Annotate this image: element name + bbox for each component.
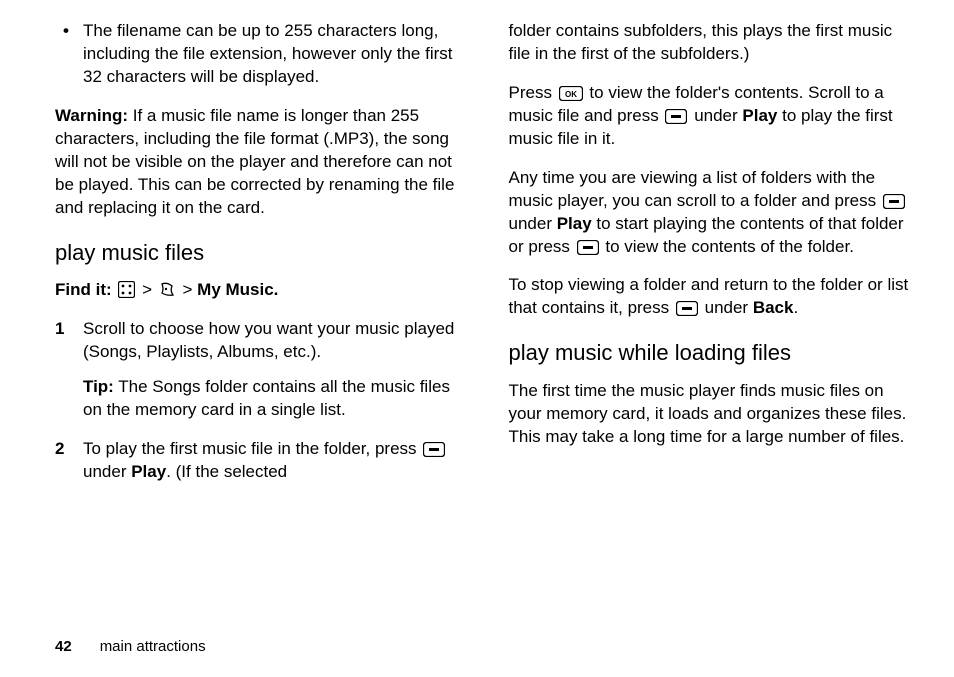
softkey-icon <box>577 240 599 255</box>
play-label: Play <box>742 106 777 125</box>
multimedia-icon <box>159 281 176 298</box>
step-1: 1 Scroll to choose how you want your mus… <box>55 318 461 364</box>
play-label: Play <box>131 462 166 481</box>
continuation-paragraph: folder contains subfolders, this plays t… <box>509 20 915 66</box>
svg-text:OK: OK <box>565 90 577 99</box>
text: . <box>793 298 798 317</box>
bullet-marker: • <box>55 20 83 89</box>
paragraph: To stop viewing a folder and return to t… <box>509 274 915 320</box>
section-name: main attractions <box>100 638 206 655</box>
text: Any time you are viewing a list of folde… <box>509 168 881 210</box>
paragraph: Press OK to view the folder's contents. … <box>509 82 915 151</box>
bullet-text: The filename can be up to 255 characters… <box>83 20 461 89</box>
findit-sep1: > <box>142 280 157 299</box>
ok-key-icon: OK <box>559 86 583 101</box>
step-text: Scroll to choose how you want your music… <box>83 318 461 364</box>
text: under <box>705 298 753 317</box>
step-number: 1 <box>55 318 83 364</box>
paragraph: Any time you are viewing a list of folde… <box>509 167 915 259</box>
text: to view the contents of the folder. <box>605 237 854 256</box>
menu-grid-icon <box>118 281 135 298</box>
bullet-item: • The filename can be up to 255 characte… <box>55 20 461 89</box>
tip-paragraph: Tip: The Songs folder contains all the m… <box>83 376 461 422</box>
warning-label: Warning: <box>55 106 128 125</box>
find-it-label: Find it: <box>55 280 116 299</box>
page-footer: 42 main attractions <box>55 638 206 655</box>
play-label: Play <box>557 214 592 233</box>
softkey-icon <box>665 109 687 124</box>
step-number: 2 <box>55 438 83 484</box>
left-column: • The filename can be up to 255 characte… <box>55 20 461 615</box>
right-column: folder contains subfolders, this plays t… <box>509 20 915 615</box>
text: . (If the selected <box>166 462 287 481</box>
findit-sep2: > <box>183 280 198 299</box>
find-it-line: Find it: > > My Music. <box>55 279 461 302</box>
tip-text: The Songs folder contains all the music … <box>83 377 450 419</box>
heading-play-while-loading: play music while loading files <box>509 338 915 368</box>
softkey-icon <box>883 194 905 209</box>
step-2: 2 To play the first music file in the fo… <box>55 438 461 484</box>
paragraph: The first time the music player finds mu… <box>509 380 915 449</box>
softkey-icon <box>423 442 445 457</box>
findit-target: My Music. <box>197 280 278 299</box>
back-label: Back <box>753 298 794 317</box>
text: under <box>694 106 742 125</box>
text: To play the first music file in the fold… <box>83 439 421 458</box>
text: Press <box>509 83 557 102</box>
text: under <box>83 462 131 481</box>
step-text: To play the first music file in the fold… <box>83 438 461 484</box>
softkey-icon <box>676 301 698 316</box>
page-number: 42 <box>55 638 72 655</box>
text: under <box>509 214 557 233</box>
heading-play-music-files: play music files <box>55 238 461 268</box>
warning-paragraph: Warning: If a music file name is longer … <box>55 105 461 220</box>
tip-label: Tip: <box>83 377 114 396</box>
